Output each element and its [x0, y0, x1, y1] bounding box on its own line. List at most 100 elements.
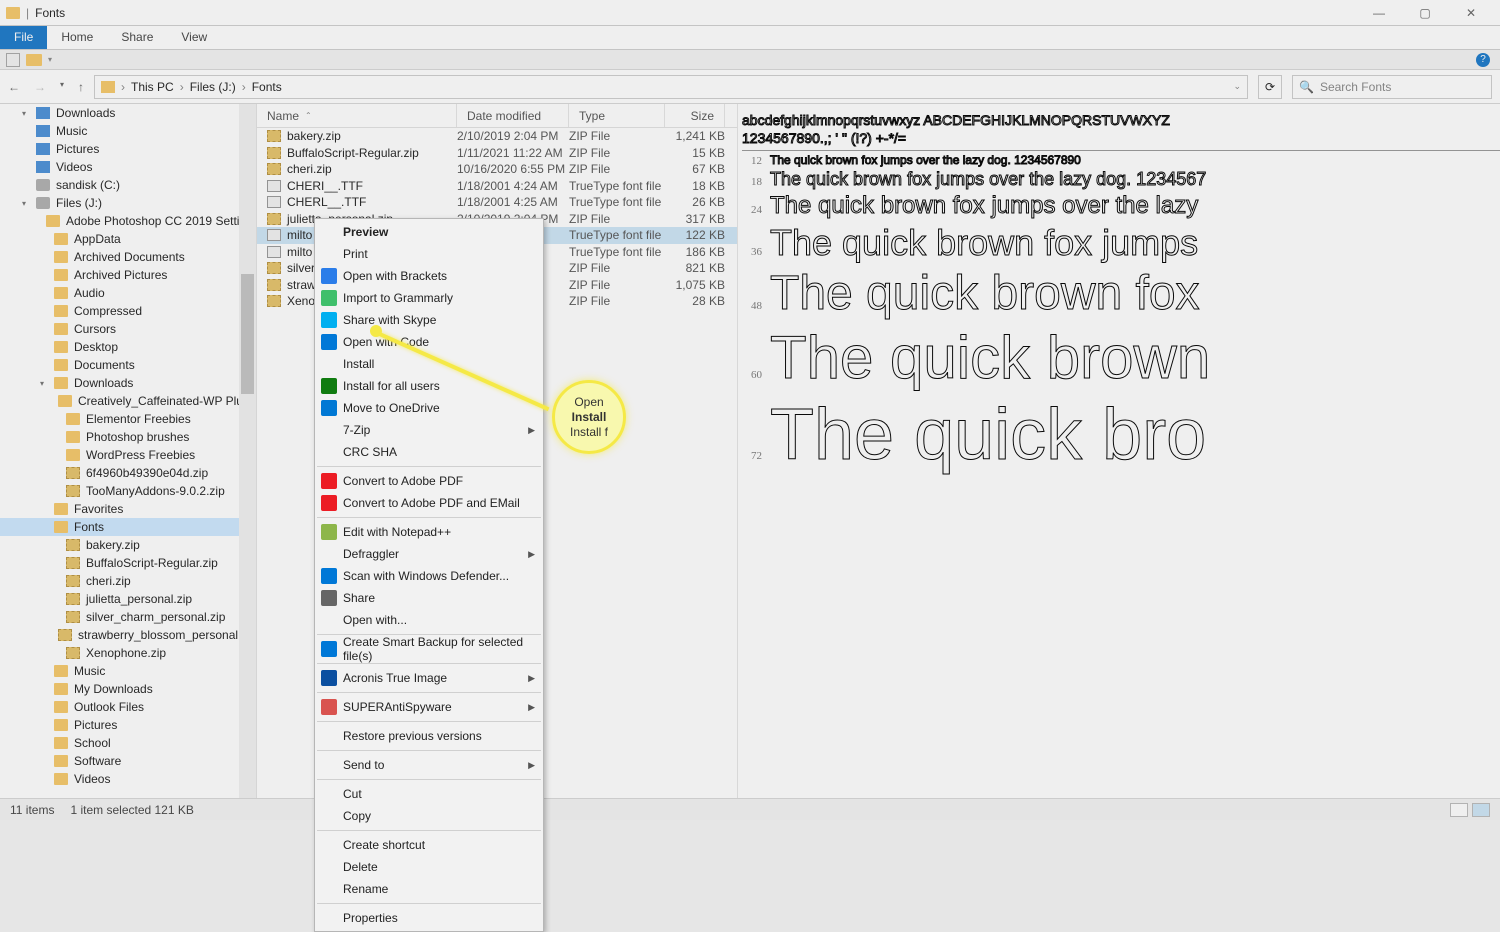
tree-item[interactable]: Pictures	[0, 716, 256, 734]
breadcrumb[interactable]: › This PC› Files (J:)› Fonts ⌄	[94, 75, 1248, 99]
recent-dropdown[interactable]: ▾	[60, 80, 64, 94]
fold-icon	[66, 449, 80, 461]
tree-item[interactable]: Archived Documents	[0, 248, 256, 266]
menu-item[interactable]: Create shortcut	[315, 834, 543, 856]
tree-item[interactable]: AppData	[0, 230, 256, 248]
menu-item[interactable]: Print	[315, 243, 543, 265]
tree-item[interactable]: My Downloads	[0, 680, 256, 698]
tree-item[interactable]: Creatively_Caffeinated-WP Plugins	[0, 392, 256, 410]
tree-item[interactable]: Audio	[0, 284, 256, 302]
menu-item[interactable]: Restore previous versions	[315, 725, 543, 747]
menu-item[interactable]: SUPERAntiSpyware▶	[315, 696, 543, 718]
menu-icon	[321, 400, 337, 416]
menu-item[interactable]: CRC SHA	[315, 441, 543, 463]
file-row[interactable]: CHERL__.TTF1/18/2001 4:25 AMTrueType fon…	[257, 194, 737, 211]
tree-item[interactable]: Music	[0, 662, 256, 680]
menu-item[interactable]: Open with Code	[315, 331, 543, 353]
column-headers[interactable]: Name⌃ Date modified Type Size	[257, 104, 737, 128]
menu-item[interactable]: Share	[315, 587, 543, 609]
back-button[interactable]: ←	[8, 80, 20, 94]
tree-item[interactable]: Adobe Photoshop CC 2019 Settings	[0, 212, 256, 230]
tree-item[interactable]: Videos	[0, 770, 256, 788]
menu-item[interactable]: Share with Skype	[315, 309, 543, 331]
tree-item[interactable]: strawberry_blossom_personal.zip	[0, 626, 256, 644]
menu-item[interactable]: Delete	[315, 856, 543, 878]
tree-item[interactable]: WordPress Freebies	[0, 446, 256, 464]
menu-item[interactable]: Import to Grammarly	[315, 287, 543, 309]
tree-item[interactable]: Music	[0, 122, 256, 140]
menu-item[interactable]: Scan with Windows Defender...	[315, 565, 543, 587]
menu-item[interactable]: Acronis True Image▶	[315, 667, 543, 689]
close-button[interactable]: ✕	[1448, 0, 1494, 26]
tree-item[interactable]: sandisk (C:)	[0, 176, 256, 194]
tree-item[interactable]: School	[0, 734, 256, 752]
tree-item[interactable]: ▾Downloads	[0, 104, 256, 122]
view-large-icon[interactable]	[1472, 803, 1490, 817]
tree-item[interactable]: Desktop	[0, 338, 256, 356]
tree-item[interactable]: TooManyAddons-9.0.2.zip	[0, 482, 256, 500]
tree-item[interactable]: ▾Files (J:)	[0, 194, 256, 212]
file-row[interactable]: cheri.zip10/16/2020 6:55 PMZIP File67 KB	[257, 161, 737, 178]
tree-item[interactable]: Compressed	[0, 302, 256, 320]
fold-icon	[54, 737, 68, 749]
tree-item[interactable]: Favorites	[0, 500, 256, 518]
menu-item[interactable]: Properties	[315, 907, 543, 929]
file-row[interactable]: CHERI__.TTF1/18/2001 4:24 AMTrueType fon…	[257, 178, 737, 195]
menu-item[interactable]: Rename	[315, 878, 543, 900]
menu-item[interactable]: 7-Zip▶	[315, 419, 543, 441]
menu-item[interactable]: Create Smart Backup for selected file(s)	[315, 638, 543, 660]
menu-item[interactable]: Convert to Adobe PDF and EMail	[315, 492, 543, 514]
help-icon[interactable]: ?	[1476, 53, 1490, 67]
maximize-button[interactable]: ▢	[1402, 0, 1448, 26]
menu-item[interactable]: Convert to Adobe PDF	[315, 470, 543, 492]
file-row[interactable]: BuffaloScript-Regular.zip1/11/2021 11:22…	[257, 145, 737, 162]
view-details-icon[interactable]	[1450, 803, 1468, 817]
tree-item[interactable]: BuffaloScript-Regular.zip	[0, 554, 256, 572]
tree-item[interactable]: bakery.zip	[0, 536, 256, 554]
tree-item[interactable]: Software	[0, 752, 256, 770]
tree-item[interactable]: Pictures	[0, 140, 256, 158]
menu-item[interactable]: Move to OneDrive	[315, 397, 543, 419]
tree-item[interactable]: julietta_personal.zip	[0, 590, 256, 608]
crumb[interactable]: Files (J:)	[190, 80, 236, 94]
tree-item[interactable]: Archived Pictures	[0, 266, 256, 284]
tree-item[interactable]: Elementor Freebies	[0, 410, 256, 428]
menu-item[interactable]: Preview	[315, 221, 543, 243]
ribbon-tab-view[interactable]: View	[167, 26, 221, 49]
tree-item[interactable]: Outlook Files	[0, 698, 256, 716]
disk-icon	[36, 179, 50, 191]
tree-item[interactable]: Videos	[0, 158, 256, 176]
nav-tree[interactable]: ▾DownloadsMusicPicturesVideossandisk (C:…	[0, 104, 257, 804]
crumb[interactable]: Fonts	[252, 80, 282, 94]
refresh-button[interactable]: ⟳	[1258, 75, 1282, 99]
menu-item[interactable]: Open with Brackets	[315, 265, 543, 287]
tree-item[interactable]: Fonts	[0, 518, 256, 536]
ribbon-tab-share[interactable]: Share	[107, 26, 167, 49]
tree-item[interactable]: Documents	[0, 356, 256, 374]
menu-item[interactable]: Defraggler▶	[315, 543, 543, 565]
search-box[interactable]: 🔍 Search Fonts	[1292, 75, 1492, 99]
menu-item[interactable]: Cut	[315, 783, 543, 805]
context-menu: PreviewPrintOpen with BracketsImport to …	[314, 218, 544, 932]
menu-item[interactable]: Send to▶	[315, 754, 543, 776]
up-button[interactable]: ↑	[78, 80, 84, 94]
crumb[interactable]: This PC	[131, 80, 174, 94]
tree-item[interactable]: ▾Downloads	[0, 374, 256, 392]
file-row[interactable]: bakery.zip2/10/2019 2:04 PMZIP File1,241…	[257, 128, 737, 145]
tree-item[interactable]: Xenophone.zip	[0, 644, 256, 662]
tree-item[interactable]: cheri.zip	[0, 572, 256, 590]
tree-item[interactable]: Photoshop brushes	[0, 428, 256, 446]
scrollbar[interactable]	[239, 104, 256, 804]
forward-button[interactable]: →	[34, 80, 46, 94]
fold-icon	[54, 269, 68, 281]
ribbon-tab-file[interactable]: File	[0, 26, 47, 49]
menu-item[interactable]: Copy	[315, 805, 543, 827]
minimize-button[interactable]: —	[1356, 0, 1402, 26]
ribbon-tab-home[interactable]: Home	[47, 26, 107, 49]
tree-item[interactable]: 6f4960b49390e04d.zip	[0, 464, 256, 482]
tree-item[interactable]: Cursors	[0, 320, 256, 338]
menu-item[interactable]: Open with...	[315, 609, 543, 631]
tree-item[interactable]: silver_charm_personal.zip	[0, 608, 256, 626]
menu-icon	[321, 378, 337, 394]
menu-item[interactable]: Edit with Notepad++	[315, 521, 543, 543]
